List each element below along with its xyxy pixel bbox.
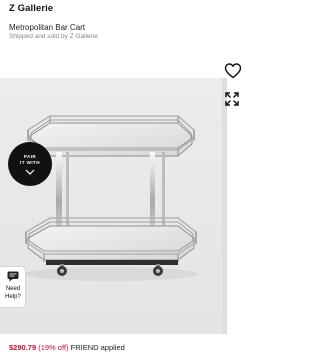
promo-code-applied: FRIEND applied xyxy=(70,343,125,352)
expand-icon[interactable] xyxy=(225,92,239,106)
price-row: $290.79 (19% off) FRIEND applied xyxy=(9,343,125,352)
pair-label-line2: IT WITH xyxy=(20,160,40,165)
seller-info: Shipped and sold by Z Gallerie xyxy=(9,33,98,40)
product-header: Z Gallerie Metropolitan Bar Cart Shipped… xyxy=(0,0,250,78)
chevron-down-icon xyxy=(25,169,35,175)
help-label-line2: Help? xyxy=(5,294,21,300)
product-image[interactable]: PAIR IT WITH Need Help? xyxy=(0,78,222,334)
pair-it-with-button[interactable]: PAIR IT WITH xyxy=(8,142,52,186)
image-side-panel xyxy=(222,78,250,334)
sale-price: $290.79 xyxy=(9,343,37,352)
next-image-peek[interactable] xyxy=(222,78,227,334)
product-title: Metropolitan Bar Cart xyxy=(9,23,86,32)
discount-percent: (19% off) xyxy=(38,343,69,352)
heart-icon[interactable] xyxy=(224,62,242,80)
brand-name[interactable]: Z Gallerie xyxy=(9,3,53,14)
bar-cart-illustration xyxy=(0,78,222,334)
need-help-button[interactable]: Need Help? xyxy=(0,266,26,308)
chat-bubble-icon xyxy=(7,271,19,282)
help-label-line1: Need xyxy=(5,286,21,292)
